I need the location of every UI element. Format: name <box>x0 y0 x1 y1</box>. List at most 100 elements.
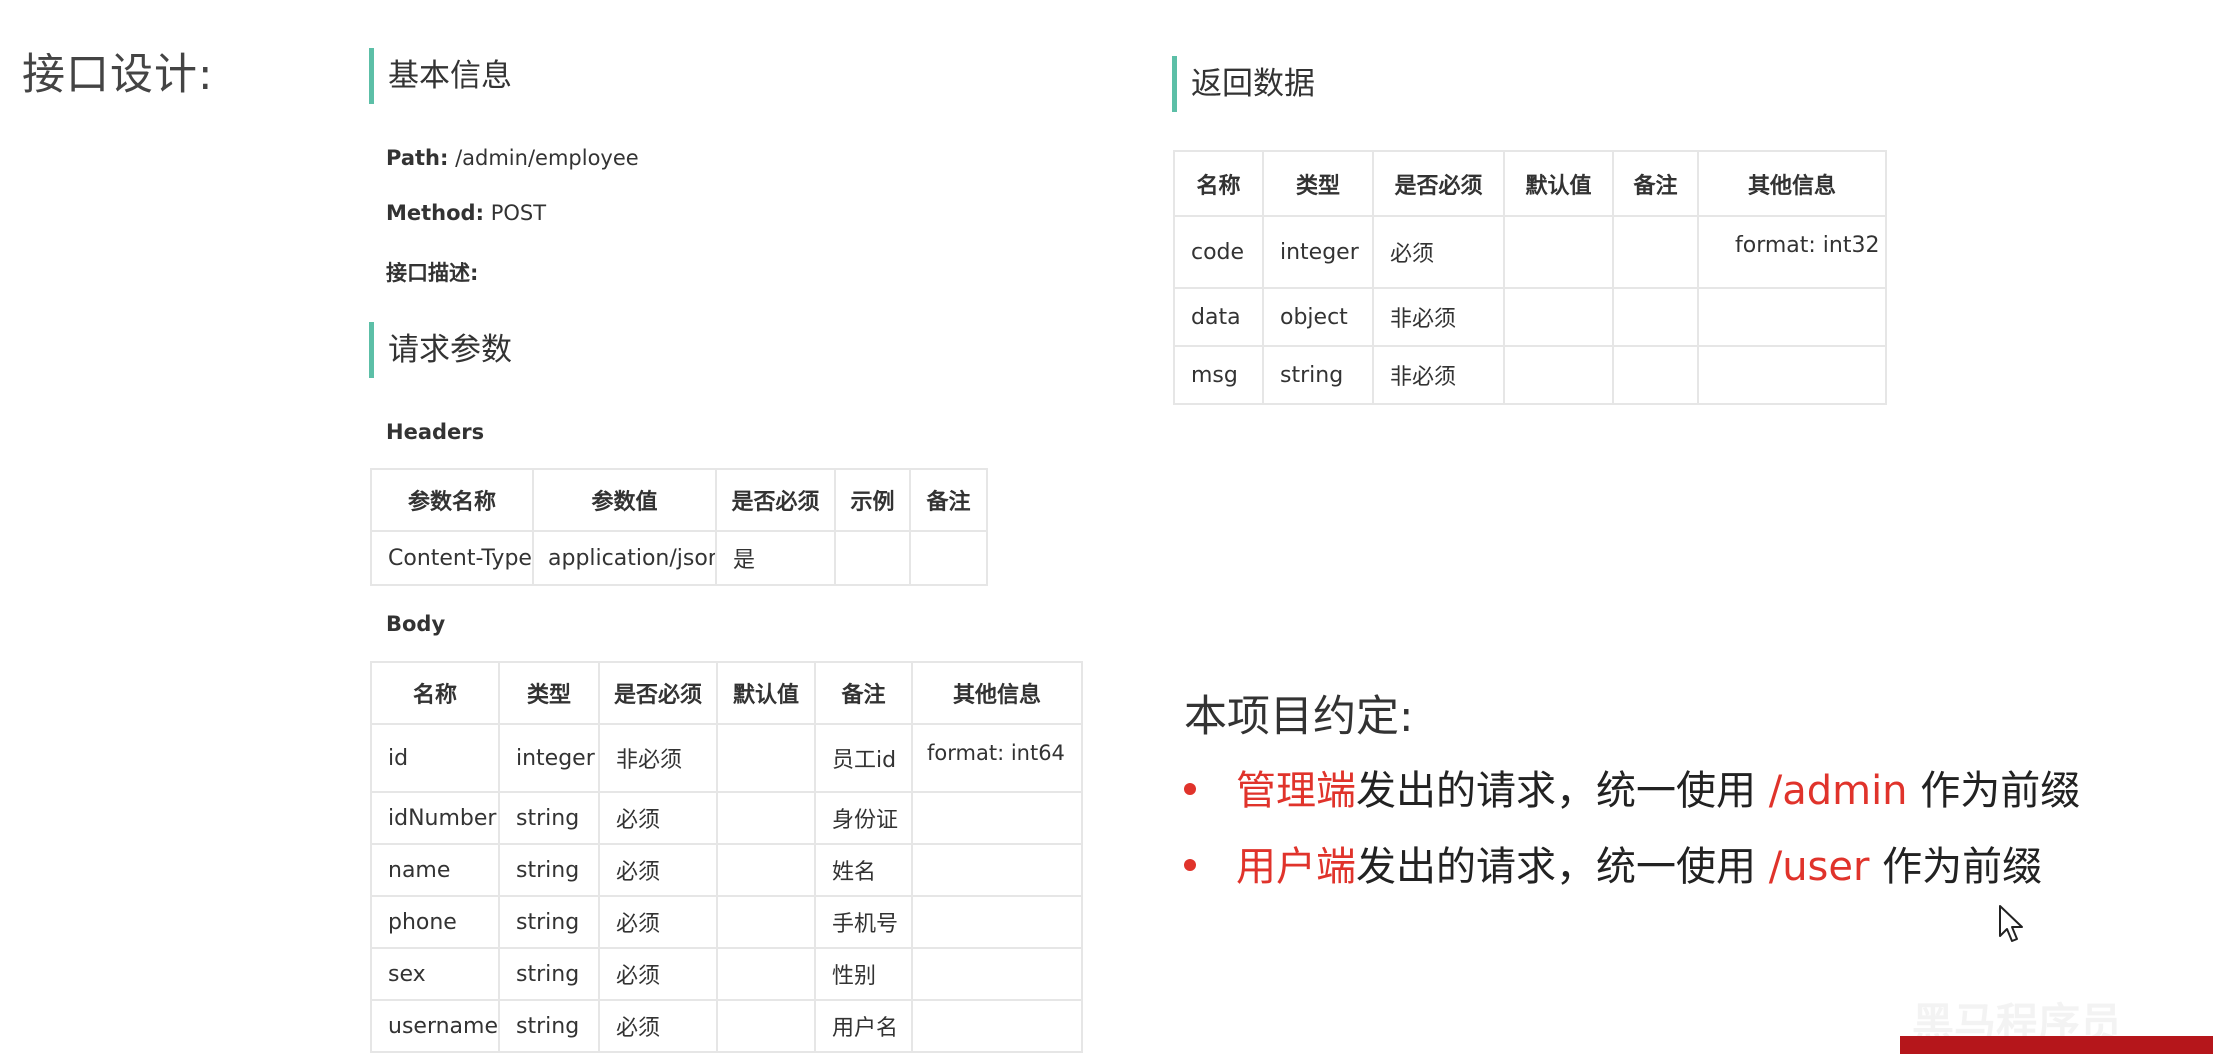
convention-bullet-admin: 管理端发出的请求，统一使用 /admin 作为前缀 <box>1184 758 2080 816</box>
table-cell: string <box>498 947 600 1001</box>
convention-title: 本项目约定: <box>1184 692 1414 742</box>
table-header-cell: 名称 <box>1173 150 1264 217</box>
bullet-dot-icon <box>1184 783 1196 795</box>
bullet-highlight: 管理端 <box>1236 768 1356 814</box>
bullet-text: 发出的请求，统一使用 <box>1356 844 1769 890</box>
table-cell: Content-Type <box>370 530 534 586</box>
table-header-cell: 默认值 <box>1503 150 1614 217</box>
table-header-cell: 备注 <box>814 661 913 725</box>
table-cell <box>911 947 1083 1001</box>
basic-info-heading: 基本信息 <box>369 48 512 104</box>
table-cell: integer <box>1262 215 1374 289</box>
table-cell: 是 <box>715 530 836 586</box>
table-header-cell: 示例 <box>834 468 911 532</box>
table-cell: phone <box>370 895 500 949</box>
table-cell <box>1697 287 1887 347</box>
table-cell <box>911 791 1083 845</box>
bullet-highlight: 用户端 <box>1236 844 1356 890</box>
table-cell <box>1503 287 1614 347</box>
table-cell: integer <box>498 723 600 793</box>
convention-bullet-user: 用户端发出的请求，统一使用 /user 作为前缀 <box>1184 834 2042 892</box>
desc-label: 接口描述: <box>386 261 479 285</box>
method-row: Method: POST <box>386 201 546 225</box>
method-label: Method: <box>386 201 484 225</box>
table-cell: data <box>1173 287 1264 347</box>
table-cell: string <box>1262 345 1374 405</box>
table-cell: 身份证 <box>814 791 913 845</box>
request-params-heading: 请求参数 <box>369 322 512 378</box>
body-table: 名称 类型 是否必须 默认值 备注 其他信息 id integer 非必须 员工… <box>370 661 1083 1053</box>
table-cell: 非必须 <box>1372 287 1505 347</box>
table-cell: string <box>498 999 600 1053</box>
table-cell <box>1503 215 1614 289</box>
desc-row: 接口描述: <box>386 257 478 287</box>
table-cell: application/json <box>532 530 717 586</box>
table-cell: name <box>370 843 500 897</box>
bullet-dot-icon <box>1184 859 1196 871</box>
bullet-prefix: /user <box>1768 844 1870 890</box>
table-cell <box>1697 345 1887 405</box>
table-header-cell: 是否必须 <box>1372 150 1505 217</box>
table-row: data object 非必须 <box>1173 287 1887 347</box>
table-header-cell: 名称 <box>370 661 500 725</box>
table-cell: object <box>1262 287 1374 347</box>
table-header-cell: 类型 <box>498 661 600 725</box>
table-row: name string 必须 姓名 <box>370 843 1083 897</box>
table-cell: 非必须 <box>1372 345 1505 405</box>
table-cell: 必须 <box>598 999 718 1053</box>
headers-label: Headers <box>386 420 485 444</box>
table-cell: string <box>498 895 600 949</box>
table-row: sex string 必须 性别 <box>370 947 1083 1001</box>
table-cell <box>1503 345 1614 405</box>
table-cell <box>716 947 816 1001</box>
table-cell: format: int32 <box>1697 215 1887 289</box>
table-cell: string <box>498 843 600 897</box>
table-cell: 必须 <box>598 791 718 845</box>
table-cell <box>716 723 816 793</box>
table-cell <box>834 530 911 586</box>
table-cell: idNumber <box>370 791 500 845</box>
table-cell <box>1612 345 1699 405</box>
method-value: POST <box>490 201 547 225</box>
table-row: idNumber string 必须 身份证 <box>370 791 1083 845</box>
table-header-cell: 默认值 <box>716 661 816 725</box>
table-row: phone string 必须 手机号 <box>370 895 1083 949</box>
table-row: code integer 必须 format: int32 <box>1173 215 1887 289</box>
table-cell: 性别 <box>814 947 913 1001</box>
table-cell: msg <box>1173 345 1264 405</box>
body-label: Body <box>386 612 446 636</box>
path-row: Path: /admin/employee <box>386 146 639 170</box>
table-header-cell: 参数名称 <box>370 468 534 532</box>
headers-table-header-row: 参数名称 参数值 是否必须 示例 备注 <box>370 468 988 532</box>
table-cell: 姓名 <box>814 843 913 897</box>
table-cell <box>911 895 1083 949</box>
table-cell: 员工id <box>814 723 913 793</box>
table-cell: 必须 <box>1372 215 1505 289</box>
table-cell <box>716 791 816 845</box>
table-cell <box>716 843 816 897</box>
slide-title: 接口设计: <box>22 50 214 100</box>
bullet-text-end: 作为前缀 <box>1907 768 2081 814</box>
table-header-cell: 是否必须 <box>715 468 836 532</box>
table-row: id integer 非必须 员工id format: int64 <box>370 723 1083 793</box>
table-cell: 必须 <box>598 895 718 949</box>
mouse-pointer-icon <box>1999 905 2023 942</box>
table-cell: username <box>370 999 500 1053</box>
table-cell <box>1612 287 1699 347</box>
table-header-cell: 其他信息 <box>911 661 1083 725</box>
table-cell: id <box>370 723 500 793</box>
table-cell: 必须 <box>598 843 718 897</box>
table-header-cell: 其他信息 <box>1697 150 1887 217</box>
headers-table: 参数名称 参数值 是否必须 示例 备注 Content-Type applica… <box>370 468 988 586</box>
table-cell: format: int64 <box>911 723 1083 793</box>
table-header-cell: 备注 <box>1612 150 1699 217</box>
corner-banner <box>1900 1036 2213 1054</box>
table-cell: 必须 <box>598 947 718 1001</box>
table-cell <box>911 843 1083 897</box>
table-cell: 用户名 <box>814 999 913 1053</box>
table-cell: code <box>1173 215 1264 289</box>
table-cell: sex <box>370 947 500 1001</box>
table-header-cell: 是否必须 <box>598 661 718 725</box>
table-cell: 手机号 <box>814 895 913 949</box>
table-cell: 非必须 <box>598 723 718 793</box>
